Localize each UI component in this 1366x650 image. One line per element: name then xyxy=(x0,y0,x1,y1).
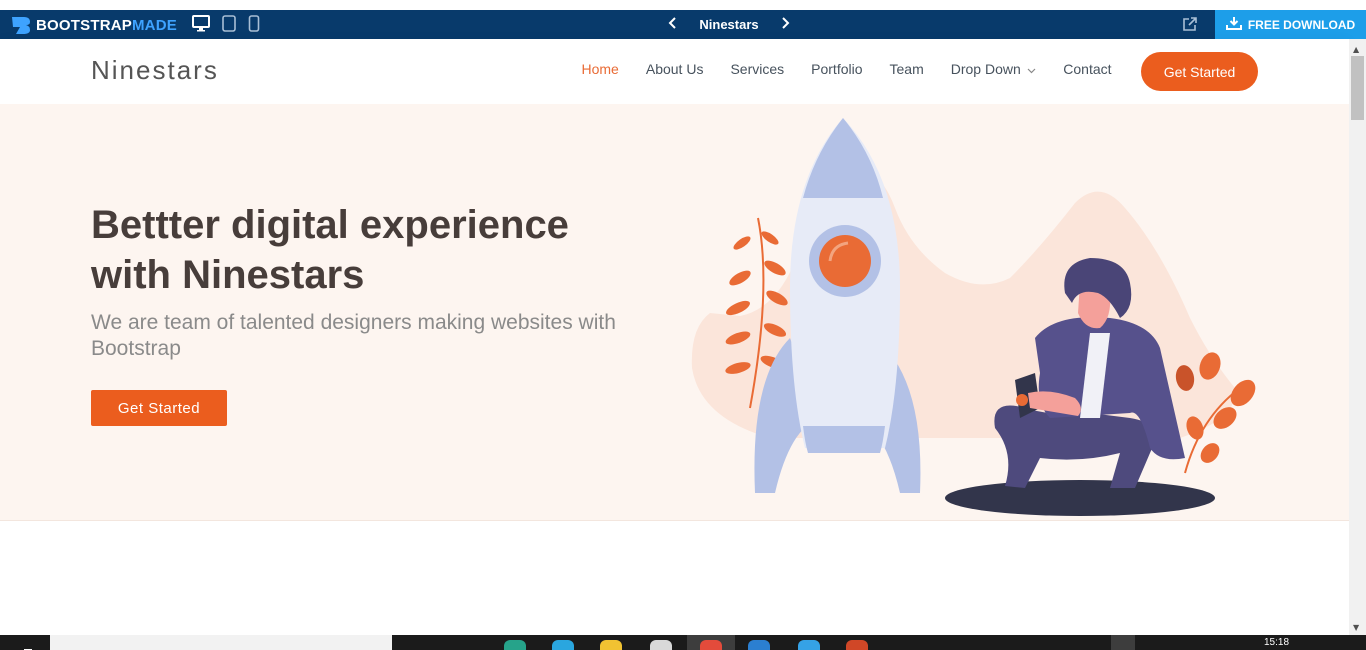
brand-main: BOOTSTRAP xyxy=(36,16,132,34)
nav-about-us[interactable]: About Us xyxy=(632,61,717,77)
scrollbar-thumb[interactable] xyxy=(1351,56,1364,120)
store-app-icon[interactable] xyxy=(552,640,574,650)
bootstrapmade-logo[interactable]: BOOTSTRAP MADE xyxy=(10,15,177,35)
hero-get-started-button[interactable]: Get Started xyxy=(91,390,227,426)
tray-area xyxy=(1111,635,1135,650)
nav-contact[interactable]: Contact xyxy=(1050,61,1125,77)
powerpoint-app-icon[interactable] xyxy=(846,640,868,650)
site-logo[interactable]: Ninestars xyxy=(91,55,219,86)
scroll-up-icon[interactable]: ▲ xyxy=(1353,45,1359,54)
person-shadow xyxy=(945,480,1215,516)
chevron-left-icon[interactable] xyxy=(668,16,678,32)
desktop-icon[interactable] xyxy=(192,15,210,36)
taskbar-clock[interactable]: 15:18 xyxy=(1264,637,1289,648)
download-icon xyxy=(1225,16,1242,33)
download-label: FREE DOWNLOAD xyxy=(1247,17,1356,32)
header-get-started-button[interactable]: Get Started xyxy=(1141,52,1258,91)
nav-home[interactable]: Home xyxy=(568,61,632,77)
os-taskbar: 15:18 xyxy=(0,635,1366,650)
theme-name: Ninestars xyxy=(699,16,759,32)
free-download-button[interactable]: FREE DOWNLOAD xyxy=(1215,10,1366,39)
windows-start-icon[interactable] xyxy=(16,641,32,650)
explorer-app-icon[interactable] xyxy=(600,640,622,650)
scrollbar[interactable]: ▲ ▼ xyxy=(1349,39,1366,635)
main-nav: Home About Us Services Portfolio Team Dr… xyxy=(568,61,1125,77)
chevron-down-icon xyxy=(1025,66,1037,76)
bootstrapmade-icon xyxy=(12,17,30,34)
mobile-icon[interactable] xyxy=(248,15,260,36)
brand-accent: MADE xyxy=(131,16,177,34)
theme-switcher: Ninestars xyxy=(668,14,790,34)
taskbar-search[interactable] xyxy=(50,635,392,650)
app-icon[interactable] xyxy=(798,640,820,650)
hero-section: Bettter digital experience with Ninestar… xyxy=(0,104,1349,521)
scroll-down-icon[interactable]: ▼ xyxy=(1353,623,1359,632)
hero-title-line1: Bettter digital experience xyxy=(91,203,569,247)
search-icon xyxy=(64,643,76,650)
hero-illustration xyxy=(691,118,1256,516)
external-link-icon[interactable] xyxy=(1182,16,1198,36)
device-switcher xyxy=(192,15,260,36)
preview-bar: BOOTSTRAP MADE Ninestars FREE DOWNLOAD xyxy=(0,10,1366,39)
edge-app-icon[interactable] xyxy=(504,640,526,650)
nav-drop-down[interactable]: Drop Down xyxy=(937,61,1050,77)
hero-subtitle: We are team of talented designers making… xyxy=(91,311,616,360)
site-header: Ninestars Home About Us Services Portfol… xyxy=(0,39,1349,104)
nav-portfolio[interactable]: Portfolio xyxy=(798,61,876,77)
hero-title: Bettter digital experience with Ninestar… xyxy=(91,200,691,300)
tablet-icon[interactable] xyxy=(222,15,236,36)
notepad-app-icon[interactable] xyxy=(650,640,672,650)
nav-drop-down-label: Drop Down xyxy=(950,61,1021,77)
vscode-app-icon[interactable] xyxy=(748,640,770,650)
nav-team[interactable]: Team xyxy=(876,61,937,77)
hero-title-line2: with Ninestars xyxy=(91,253,365,297)
chrome-app-icon[interactable] xyxy=(700,640,722,650)
chevron-right-icon[interactable] xyxy=(780,16,790,32)
nav-services[interactable]: Services xyxy=(717,61,798,77)
